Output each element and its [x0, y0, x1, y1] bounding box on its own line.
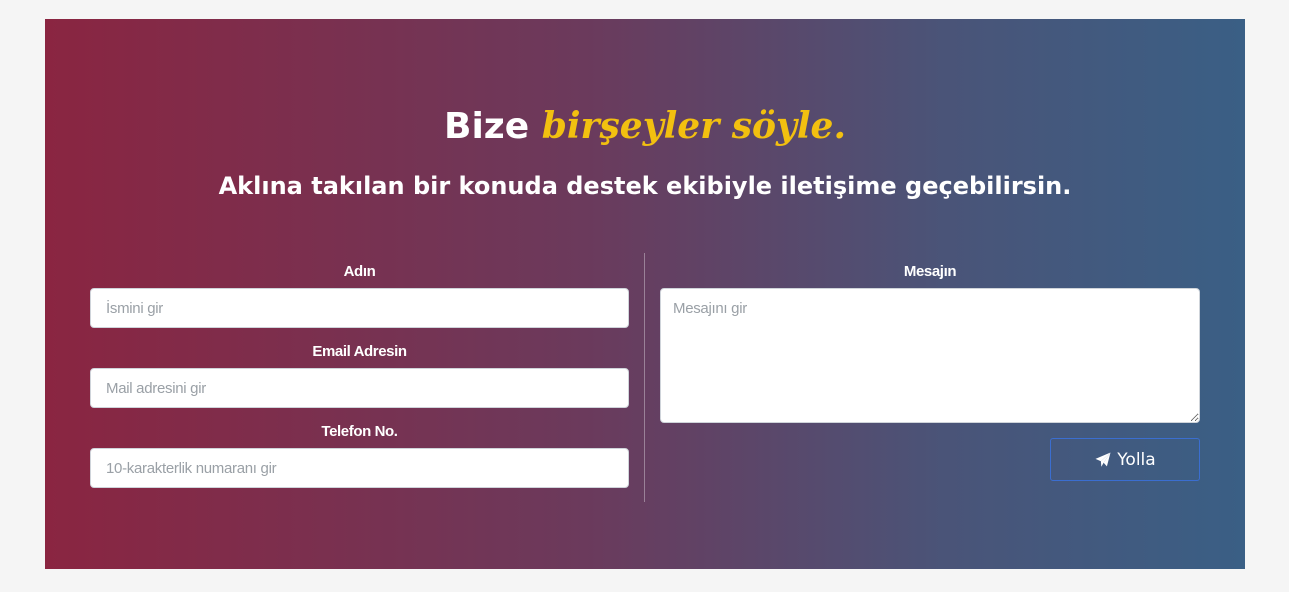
paper-plane-icon: [1094, 451, 1112, 469]
title-accent: birşeyler söyle.: [541, 105, 846, 147]
contact-panel: Bize birşeyler söyle. Aklına takılan bir…: [45, 19, 1245, 569]
page-subtitle: Aklına takılan bir konuda destek ekibiyl…: [218, 172, 1072, 200]
message-textarea[interactable]: [660, 288, 1200, 423]
send-button-label: Yolla: [1117, 449, 1156, 470]
phone-label: Telefon No.: [321, 423, 398, 440]
email-input[interactable]: [90, 368, 629, 408]
page-title: Bize birşeyler söyle.: [45, 103, 1245, 150]
send-button[interactable]: Yolla: [1050, 438, 1200, 481]
phone-input[interactable]: [90, 448, 629, 488]
name-label: Adın: [343, 263, 376, 280]
name-input[interactable]: [90, 288, 629, 328]
column-divider: [644, 253, 645, 502]
email-label: Email Adresin: [312, 343, 407, 360]
message-label: Mesajın: [903, 263, 957, 280]
title-plain: Bize: [444, 106, 530, 147]
